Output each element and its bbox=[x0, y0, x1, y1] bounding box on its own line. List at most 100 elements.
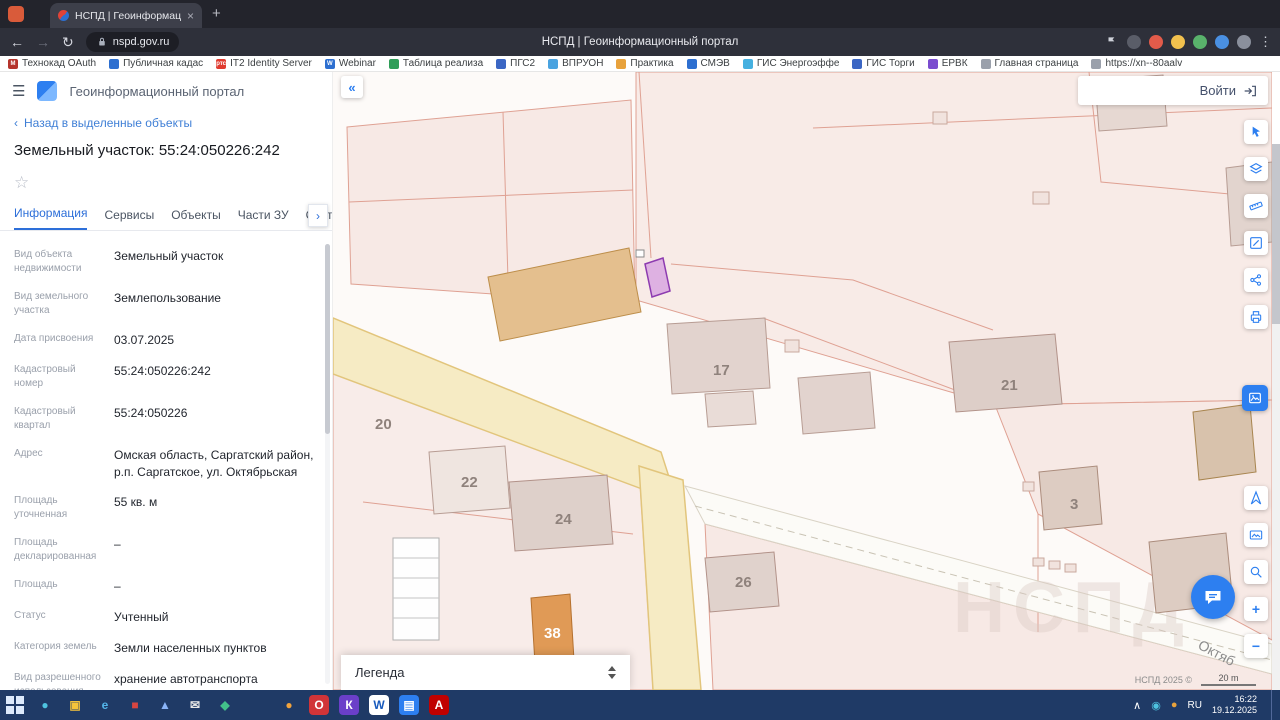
taskbar-app-icon[interactable]: ✉ bbox=[180, 690, 210, 720]
extension-icon[interactable] bbox=[1127, 35, 1141, 49]
profile-avatar[interactable] bbox=[1237, 35, 1251, 49]
back-to-selected-objects-link[interactable]: ‹ Назад в выделенные объекты bbox=[14, 116, 318, 130]
bookmark-favicon bbox=[687, 59, 697, 69]
parcel-label: 24 bbox=[555, 511, 572, 528]
bookmark-flag-icon[interactable] bbox=[1105, 35, 1119, 49]
start-button[interactable] bbox=[0, 690, 30, 720]
measure-area-button[interactable] bbox=[1244, 231, 1268, 255]
panel-scrollbar[interactable] bbox=[325, 244, 330, 684]
bookmark-item[interactable]: Таблица реализа bbox=[389, 58, 483, 69]
legend-expand-icon[interactable] bbox=[608, 666, 616, 679]
browser-menu-icon[interactable]: ⋮ bbox=[1259, 34, 1272, 50]
taskbar-open-apps: ● O К W ▤ A bbox=[274, 690, 454, 720]
extension-icon[interactable] bbox=[1193, 35, 1207, 49]
tray-app-icon[interactable]: ● bbox=[1171, 699, 1178, 711]
taskbar-app-icon[interactable]: ▤ bbox=[394, 690, 424, 720]
layers-button[interactable] bbox=[1244, 157, 1268, 181]
zoom-in-button[interactable]: + bbox=[1244, 597, 1268, 621]
print-button[interactable] bbox=[1244, 305, 1268, 329]
bookmark-favicon bbox=[1091, 59, 1101, 69]
share-button[interactable] bbox=[1244, 268, 1268, 292]
bookmark-item[interactable]: ПГС2 bbox=[496, 58, 535, 69]
bookmark-favicon bbox=[389, 59, 399, 69]
clock[interactable]: 16:22 19.12.2025 bbox=[1212, 694, 1257, 717]
new-tab-button[interactable]: + bbox=[212, 5, 221, 22]
taskbar-app-icon[interactable]: ● bbox=[30, 690, 60, 720]
browser-tab-strip: НСПД | Геоинформац × + bbox=[0, 0, 1280, 28]
tab-information[interactable]: Информация bbox=[14, 206, 87, 230]
reload-button[interactable]: ↻ bbox=[62, 34, 74, 51]
tab-close-icon[interactable]: × bbox=[187, 10, 194, 22]
map-toolbar-bottom: + − bbox=[1244, 486, 1268, 658]
bookmark-item[interactable]: ГИС Торги bbox=[852, 58, 914, 69]
page-scrollbar[interactable] bbox=[1272, 144, 1280, 720]
favorite-star-icon[interactable]: ☆ bbox=[14, 173, 318, 193]
attribute-row: Вид земельного участка Землепользование bbox=[14, 283, 318, 325]
tab-title: НСПД | Геоинформац bbox=[75, 10, 181, 22]
chat-button[interactable] bbox=[1191, 575, 1235, 619]
tabs-scroll-right-button[interactable]: › bbox=[308, 204, 328, 227]
imagery-layer-button[interactable] bbox=[1242, 385, 1268, 411]
taskbar-app-icon[interactable]: ▲ bbox=[150, 690, 180, 720]
map-canvas[interactable]: НСПД bbox=[333, 72, 1272, 690]
bookmark-item[interactable]: Публичная кадас bbox=[109, 58, 203, 69]
taskbar-app-icon[interactable]: W bbox=[364, 690, 394, 720]
bookmark-item[interactable]: СМЭВ bbox=[687, 58, 730, 69]
bookmark-favicon bbox=[928, 59, 938, 69]
taskbar-app-icon[interactable]: ● bbox=[274, 690, 304, 720]
taskbar-app-icon[interactable]: O bbox=[304, 690, 334, 720]
select-tool-button[interactable] bbox=[1244, 120, 1268, 144]
browser-tab[interactable]: НСПД | Геоинформац × bbox=[50, 3, 202, 28]
panorama-button[interactable] bbox=[1244, 523, 1268, 547]
show-desktop-button[interactable] bbox=[1271, 690, 1276, 720]
tab-objects[interactable]: Объекты bbox=[171, 208, 221, 230]
bookmark-favicon bbox=[616, 59, 626, 69]
tray-app-icon[interactable]: ◉ bbox=[1151, 699, 1161, 712]
language-indicator[interactable]: RU bbox=[1188, 700, 1202, 711]
bookmark-item[interactable]: ГИС Энергоэффе bbox=[743, 58, 840, 69]
bookmark-item[interactable]: https://xn--80aalv bbox=[1091, 58, 1182, 69]
back-button[interactable]: ← bbox=[10, 34, 24, 50]
bookmark-item[interactable]: ВПРУОН bbox=[548, 58, 603, 69]
forward-button[interactable]: → bbox=[36, 34, 50, 50]
bookmark-favicon: ртс bbox=[216, 59, 226, 69]
taskbar-app-icon[interactable]: ◆ bbox=[210, 690, 240, 720]
legend-bar[interactable]: Легенда bbox=[341, 655, 630, 690]
login-button[interactable]: Войти bbox=[1078, 76, 1268, 105]
bookmark-item[interactable]: Главная страница bbox=[981, 58, 1079, 69]
parcel-label: 26 bbox=[735, 574, 752, 591]
address-bar[interactable]: nspd.gov.ru bbox=[86, 32, 180, 52]
taskbar-app-icon[interactable]: ■ bbox=[120, 690, 150, 720]
bookmark-item[interactable]: W Webinar bbox=[325, 58, 376, 69]
ruler-button[interactable] bbox=[1244, 194, 1268, 218]
attribute-row: Кадастровый квартал 55:24:050226 bbox=[14, 398, 318, 440]
attribute-row: Кадастровый номер 55:24:050226:242 bbox=[14, 356, 318, 398]
bookmark-item[interactable]: Практика bbox=[616, 58, 673, 69]
taskbar-app-icon[interactable]: e bbox=[90, 690, 120, 720]
attribute-row: Дата присвоения 03.07.2025 bbox=[14, 325, 318, 356]
browser-profile-icon[interactable] bbox=[8, 6, 24, 22]
attribute-row: Статус Учтенный bbox=[14, 602, 318, 633]
zoom-out-button[interactable]: − bbox=[1244, 634, 1268, 658]
zoom-box-button[interactable] bbox=[1244, 560, 1268, 584]
bookmark-item[interactable]: ртс IT2 Identity Server bbox=[216, 58, 312, 69]
taskbar-app-icon[interactable]: К bbox=[334, 690, 364, 720]
extension-icon[interactable] bbox=[1149, 35, 1163, 49]
parcel-label: 3 bbox=[1070, 496, 1078, 513]
tray-expand-icon[interactable]: ∧ bbox=[1133, 699, 1141, 712]
login-icon bbox=[1242, 83, 1258, 99]
panel-collapse-button[interactable]: « bbox=[341, 76, 363, 98]
bookmark-favicon bbox=[109, 59, 119, 69]
bookmark-item[interactable]: М Технокад OAuth bbox=[8, 58, 96, 69]
extension-icon[interactable] bbox=[1171, 35, 1185, 49]
tab-parcel-parts[interactable]: Части ЗУ bbox=[238, 208, 289, 230]
menu-icon[interactable]: ☰ bbox=[12, 82, 25, 100]
tab-services[interactable]: Сервисы bbox=[104, 208, 154, 230]
bookmark-item[interactable]: ЕРВК bbox=[928, 58, 968, 69]
locate-me-button[interactable] bbox=[1244, 486, 1268, 510]
extension-icon[interactable] bbox=[1215, 35, 1229, 49]
taskbar-app-icon[interactable]: ▣ bbox=[60, 690, 90, 720]
taskbar-app-icon[interactable]: A bbox=[424, 690, 454, 720]
bookmarks-bar: М Технокад OAuth Публичная кадас ртс IT2… bbox=[0, 56, 1280, 72]
parcel-label: 38 bbox=[544, 625, 561, 642]
